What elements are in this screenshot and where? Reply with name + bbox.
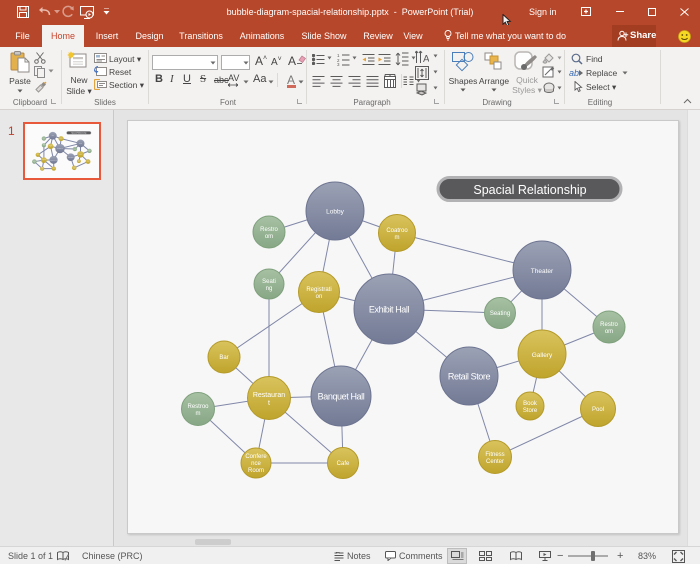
svg-text:A: A	[423, 54, 429, 64]
svg-text:3: 3	[337, 62, 340, 66]
svg-text:ab: ab	[569, 68, 579, 78]
